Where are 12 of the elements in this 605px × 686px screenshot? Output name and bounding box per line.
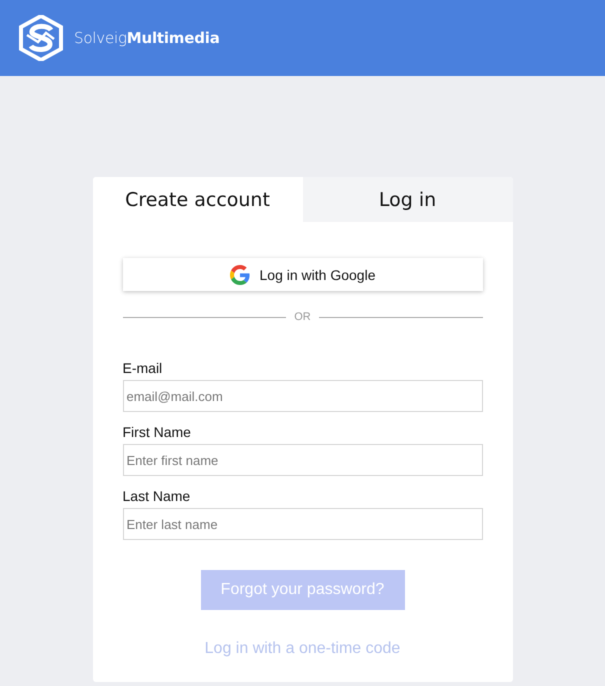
input-field[interactable]: email@mail.com	[122, 380, 482, 412]
field-label: First Name	[122, 423, 192, 441]
logo-icon	[18, 15, 64, 61]
google-g-icon	[230, 264, 250, 284]
google-login-button[interactable]: Log in with Google	[122, 258, 482, 291]
brand-name: SolveigMultimedia	[74, 29, 220, 47]
field-label: Last Name	[122, 487, 192, 505]
tab[interactable]: Log in	[302, 177, 512, 222]
input-field[interactable]: Enter last name	[122, 508, 482, 540]
input-field[interactable]: Enter first name	[122, 444, 482, 476]
field-label: E-mail	[122, 359, 164, 377]
divider-label: OR	[294, 311, 311, 323]
